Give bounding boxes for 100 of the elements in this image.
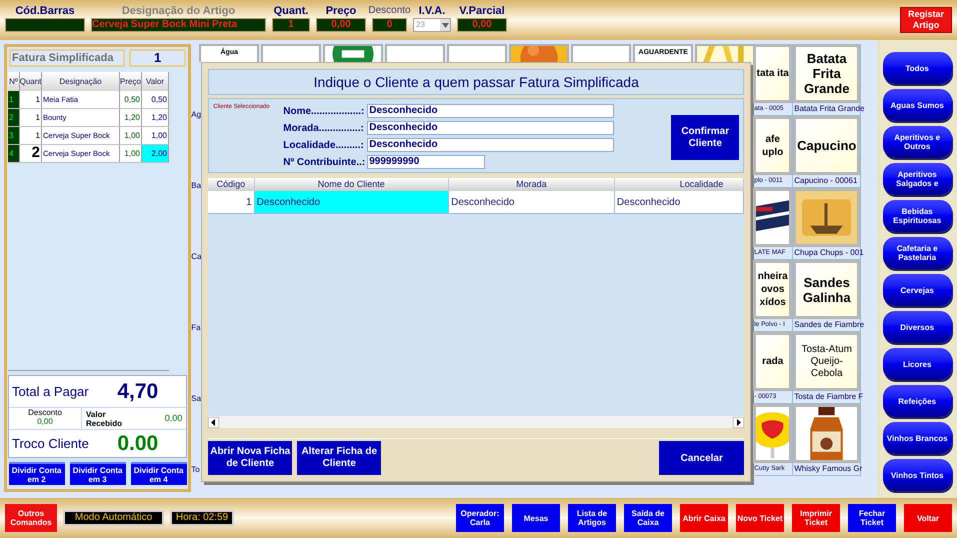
table-cell: 2 (20, 145, 42, 162)
field-label: Cód.Barras (15, 4, 75, 18)
field-label: Morada...............: (283, 122, 365, 136)
toolbar-button[interactable]: Voltar (904, 504, 952, 532)
confirm-client-button[interactable]: Confirmar Cliente (671, 115, 740, 160)
input-field[interactable]: Cerveja Super Bock Mini Preta (91, 18, 266, 32)
table-cell: 2 (8, 109, 20, 126)
received-value: 0.00 (164, 412, 182, 425)
field-label: Quant. (274, 4, 308, 18)
toolbar-button[interactable]: Operador: Carla (456, 504, 504, 532)
category-button[interactable]: Aperitivos e Outros (882, 126, 952, 158)
scroll-left-icon[interactable] (208, 416, 220, 428)
field-label: I.V.A. (418, 4, 446, 18)
category-button[interactable]: Refeições (882, 385, 952, 417)
split-bill-button[interactable]: Dividir Conta em 2 (8, 462, 65, 485)
field-label: V.Parcial (459, 4, 505, 18)
tile-caption: To (191, 465, 201, 474)
tile-caption: Capucino - 00061 (793, 175, 858, 186)
table-cell: 1,20 (120, 109, 142, 126)
horizontal-scrollbar[interactable] (208, 416, 744, 428)
toolbar-button[interactable]: Abrir Caixa (680, 504, 728, 532)
toolbar-button[interactable]: Mesas (512, 504, 560, 532)
toolbar-button[interactable]: Imprimir Ticket (792, 504, 840, 532)
other-commands-button[interactable]: Outros Comandos (5, 504, 57, 532)
field-label: Desconto (368, 4, 411, 18)
input-field[interactable]: 0,00 (316, 18, 366, 32)
toolbar-button[interactable]: Novo Ticket (736, 504, 784, 532)
toolbar-button[interactable]: Lista de Artigos (568, 504, 616, 532)
product-tile[interactable] (385, 44, 446, 62)
mode-indicator: Modo Automático (63, 510, 164, 526)
tile-label: Capucino (797, 138, 856, 153)
table-cell: 1 (20, 127, 42, 144)
tile-label: nheira ovos xídos (756, 270, 789, 309)
category-button[interactable]: Todos (882, 52, 952, 84)
toolbar-button[interactable]: Saída de Caixa (624, 504, 672, 532)
product-tile[interactable]: nheira ovos xídos (753, 260, 792, 319)
product-tile[interactable]: Tosta-Atum Queijo-Cebola (793, 332, 860, 391)
cancel-button[interactable]: Cancelar (659, 441, 744, 475)
table-cell: 2,00 (142, 145, 169, 162)
input-field[interactable] (5, 18, 85, 32)
input-field[interactable]: Desconhecido (367, 104, 614, 118)
product-tile[interactable]: Sandes Galinha (793, 260, 860, 319)
product-tile[interactable] (793, 404, 860, 463)
product-tile[interactable] (509, 44, 570, 62)
dialog-button[interactable]: Abrir Nova Ficha de Cliente (208, 441, 292, 475)
dialog-button[interactable]: Alterar Ficha de Cliente (297, 441, 382, 475)
ticket-number: 1 (129, 49, 186, 67)
toolbar-button[interactable]: Fechar Ticket (848, 504, 896, 532)
category-button[interactable]: Cafetaria e Pastelaria (882, 237, 952, 269)
category-button[interactable]: Aperitivos Salgados e (882, 163, 952, 195)
column-header: Nome do Cliente (254, 178, 449, 191)
product-tile[interactable] (261, 44, 322, 62)
product-tile[interactable]: Capucino (793, 116, 860, 175)
tile-label: Batata Frita Grande (802, 51, 850, 96)
product-tile[interactable] (571, 44, 632, 62)
category-button[interactable]: Licores (882, 348, 952, 380)
category-button[interactable]: Vinhos Brancos (882, 422, 952, 454)
category-button[interactable]: Vinhos Tintos (882, 459, 952, 491)
dialog-title: Indique o Cliente a quem passar Fatura Simplificada (208, 69, 744, 95)
product-tile[interactable] (793, 188, 860, 247)
input-field[interactable]: 999999990 (367, 155, 486, 169)
register-button[interactable]: Registar Artigo (900, 7, 952, 33)
column-header: Localidade (614, 178, 744, 191)
tile-caption: Fa (191, 323, 202, 332)
column-header: Valor (142, 72, 169, 91)
column-header: Designação (42, 72, 120, 91)
change-amount: 0.00 (117, 430, 158, 457)
clock-display: Hora: 02:59 (170, 510, 234, 526)
product-tile[interactable]: tata ita (753, 44, 792, 103)
input-field[interactable]: Desconhecido (367, 138, 614, 152)
product-tile[interactable]: Batata Frita Grande (793, 44, 860, 103)
product-tile[interactable]: afe uplo (753, 116, 792, 175)
field-label: Designação do Artigo (122, 4, 236, 18)
field-label: Nº Contribuinte..: (283, 156, 366, 170)
product-tile[interactable] (447, 44, 508, 62)
table-cell: 1 (20, 109, 42, 126)
category-button[interactable]: Diversos (882, 311, 952, 343)
table-cell: 0,50 (120, 91, 142, 108)
split-bill-button[interactable]: Dividir Conta em 4 (130, 462, 187, 485)
table-cell: 1 (20, 91, 42, 108)
column-header: Código (208, 178, 255, 191)
input-field[interactable]: 1 (272, 18, 310, 32)
input-field[interactable]: 0,00 (457, 18, 507, 32)
category-button[interactable]: Bebidas Espirituosas (882, 200, 952, 232)
table-cell: 1 (8, 91, 20, 108)
product-tile[interactable] (753, 404, 792, 463)
scroll-right-icon[interactable] (733, 416, 744, 428)
input-field[interactable]: Desconhecido (367, 121, 614, 135)
product-tile[interactable] (753, 188, 792, 247)
split-bill-button[interactable]: Dividir Conta em 3 (70, 462, 126, 485)
tile-label: Tosta-Atum Queijo-Cebola (800, 344, 854, 380)
product-tile[interactable] (695, 44, 754, 62)
table-cell: 1,20 (142, 109, 169, 126)
category-button[interactable]: Aguas Sumos (882, 89, 952, 121)
input-field[interactable]: 0 (372, 18, 407, 32)
table-cell: Desconhecido (254, 191, 450, 213)
category-button[interactable]: Cervejas (882, 274, 952, 306)
tile-label: rada (762, 355, 784, 368)
product-tile[interactable] (323, 44, 384, 62)
product-tile[interactable]: rada (753, 332, 792, 391)
